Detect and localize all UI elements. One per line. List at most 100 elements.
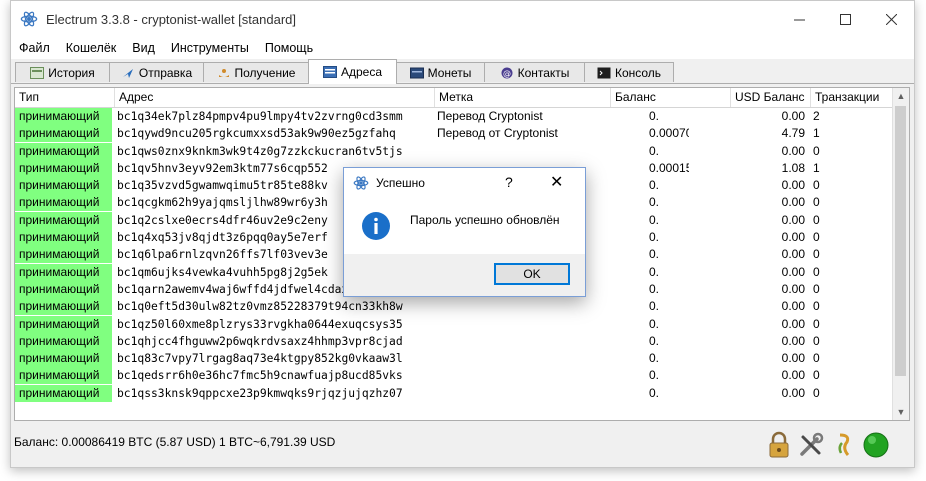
title-bar: Electrum 3.3.8 - cryptonist-wallet [stan… xyxy=(11,1,914,37)
tab-contacts[interactable]: @ Контакты xyxy=(484,62,585,82)
menu-wallet[interactable]: Кошелёк xyxy=(58,41,125,55)
cell-label xyxy=(435,316,611,333)
help-button[interactable]: ? xyxy=(505,174,513,190)
cell-address: bc1qhjcc4fhguww2p6wqkrdvsaxz4hhmp3vpr8cj… xyxy=(117,334,403,348)
cell-type: принимающий xyxy=(15,159,112,177)
cell-balance: 0. xyxy=(649,351,660,366)
dialog-close-button[interactable]: ✕ xyxy=(550,172,563,192)
cell-usd-balance: 0.00 xyxy=(781,230,805,245)
menu-view[interactable]: Вид xyxy=(124,41,163,55)
menu-tools[interactable]: Инструменты xyxy=(163,41,257,55)
cell-usd-balance: 0.00 xyxy=(781,143,805,158)
tab-history-label: История xyxy=(48,65,95,80)
cell-label xyxy=(435,333,611,350)
receive-icon xyxy=(218,68,229,77)
table-row[interactable]: принимающий bc1qss3knsk9qppcxe23p9kmwqks9… xyxy=(15,384,893,402)
coins-icon xyxy=(409,67,424,78)
dialog-title-bar: Успешно ? ✕ xyxy=(344,168,585,198)
dialog-footer: OK xyxy=(344,254,585,296)
network-status-icon[interactable] xyxy=(862,431,890,459)
cell-usd-balance: 0.00 xyxy=(781,351,805,366)
cell-usd-balance: 0.00 xyxy=(781,385,805,400)
header-transactions[interactable]: Транзакции xyxy=(811,88,893,107)
balance-status: Баланс: 0.00086419 BTC (5.87 USD) 1 BTC~… xyxy=(14,435,336,449)
cell-balance: 0. xyxy=(649,212,660,227)
ok-button[interactable]: OK xyxy=(494,263,570,285)
cell-usd-balance: 1.08 xyxy=(781,160,805,175)
cell-usd-balance: 0.00 xyxy=(781,109,805,123)
cell-balance: 0. xyxy=(649,385,660,400)
cell-balance: 0. xyxy=(649,368,660,383)
cell-type: принимающий xyxy=(15,367,112,385)
cell-type: принимающий xyxy=(15,298,112,316)
cell-label xyxy=(435,143,611,160)
maximize-icon xyxy=(839,13,851,25)
cell-type: принимающий xyxy=(15,142,112,160)
header-usd-balance[interactable]: USD Баланс xyxy=(731,88,811,107)
seed-icon[interactable] xyxy=(830,431,858,459)
table-row[interactable]: принимающий bc1qz50l60xme8plzrys33rvgkha0… xyxy=(15,315,893,333)
cell-usd-balance: 0.00 xyxy=(781,247,805,262)
cell-transactions: 0 xyxy=(813,333,820,348)
minimize-icon xyxy=(793,19,805,20)
dialog-message: Пароль успешно обновлён xyxy=(410,213,560,227)
scrollbar-thumb[interactable] xyxy=(895,106,906,376)
tools-icon[interactable] xyxy=(797,431,825,459)
tab-receive[interactable]: Получение xyxy=(203,62,309,82)
tab-history[interactable]: История xyxy=(15,62,110,82)
table-row[interactable]: принимающий bc1qywd9ncu205rgkcumxxsd53ak9… xyxy=(15,125,893,143)
cell-label xyxy=(435,350,611,367)
cell-usd-balance: 0.00 xyxy=(781,212,805,227)
cell-transactions: 0 xyxy=(813,385,820,400)
maximize-button[interactable] xyxy=(822,1,868,37)
cell-transactions: 0 xyxy=(813,368,820,383)
close-window-button[interactable] xyxy=(868,1,914,37)
cell-type: принимающий xyxy=(15,315,112,333)
header-label[interactable]: Метка xyxy=(435,88,611,107)
cell-address: bc1qz50l60xme8plzrys33rvgkha0644exuqcsys… xyxy=(117,317,403,331)
scroll-up-icon[interactable]: ▲ xyxy=(893,88,909,104)
cell-balance: 0. xyxy=(649,195,660,210)
window-title: Electrum 3.3.8 - cryptonist-wallet [stan… xyxy=(46,11,296,27)
header-type[interactable]: Тип xyxy=(15,88,115,107)
cell-address: bc1qedsrr6h0e36hc7fmc5h9cnawfuajp8ucd85v… xyxy=(117,369,403,383)
tab-console[interactable]: Консоль xyxy=(584,62,674,82)
menu-file[interactable]: Файл xyxy=(11,41,58,55)
menu-bar: Файл Кошелёк Вид Инструменты Помощь xyxy=(11,37,914,59)
cell-address: bc1q34ek7plz84pmpv4pu9lmpy4tv2zvrng0cd3s… xyxy=(117,110,403,123)
cell-address: bc1qywd9ncu205rgkcumxxsd53ak9w90ez5gzfah… xyxy=(117,127,396,141)
menu-help[interactable]: Помощь xyxy=(257,41,321,55)
console-icon xyxy=(597,67,611,78)
vertical-scrollbar[interactable]: ▲ ▼ xyxy=(892,88,909,420)
lock-icon[interactable] xyxy=(765,431,793,459)
cell-balance: 0. xyxy=(649,281,660,296)
cell-balance: 0. xyxy=(649,109,660,123)
table-row[interactable]: принимающий bc1q34ek7plz84pmpv4pu9lmpy4tv… xyxy=(15,108,893,125)
cell-usd-balance: 0.00 xyxy=(781,195,805,210)
table-row[interactable]: принимающий bc1q83c7vpy7lrgag8aq73e4ktgpy… xyxy=(15,350,893,368)
cell-balance: 0. xyxy=(649,316,660,331)
cell-type: принимающий xyxy=(15,211,112,229)
table-row[interactable]: принимающий bc1qws0znx9knkm3wk9t4z0g7zzkc… xyxy=(15,142,893,160)
header-balance[interactable]: Баланс xyxy=(611,88,731,107)
scroll-down-icon[interactable]: ▼ xyxy=(893,404,909,420)
cell-usd-balance: 0.00 xyxy=(781,333,805,348)
cell-type: принимающий xyxy=(15,177,112,195)
table-row[interactable]: принимающий bc1qhjcc4fhguww2p6wqkrdvsaxz4… xyxy=(15,332,893,350)
table-row[interactable]: принимающий bc1qedsrr6h0e36hc7fmc5h9cnawf… xyxy=(15,367,893,385)
cell-address: bc1qss3knsk9qppcxe23p9kmwqks9rjqzjujqzhz… xyxy=(117,386,403,400)
cell-type: принимающий xyxy=(15,332,112,350)
header-address[interactable]: Адрес xyxy=(115,88,435,107)
addresses-icon xyxy=(322,66,337,78)
tab-addresses[interactable]: Адреса xyxy=(308,59,397,84)
cell-label xyxy=(435,298,611,315)
table-row[interactable]: принимающий bc1q0eft5d30ulw82tz0vmz852283… xyxy=(15,298,893,316)
cell-transactions: 0 xyxy=(813,299,820,314)
cell-balance: 0. xyxy=(649,333,660,348)
minimize-button[interactable] xyxy=(776,1,822,37)
cell-balance: 0. xyxy=(649,264,660,279)
cell-transactions: 0 xyxy=(813,195,820,210)
cell-balance: 0.00015905 xyxy=(649,160,689,175)
tab-coins[interactable]: Монеты xyxy=(396,62,485,82)
tab-send[interactable]: Отправка xyxy=(109,62,204,82)
